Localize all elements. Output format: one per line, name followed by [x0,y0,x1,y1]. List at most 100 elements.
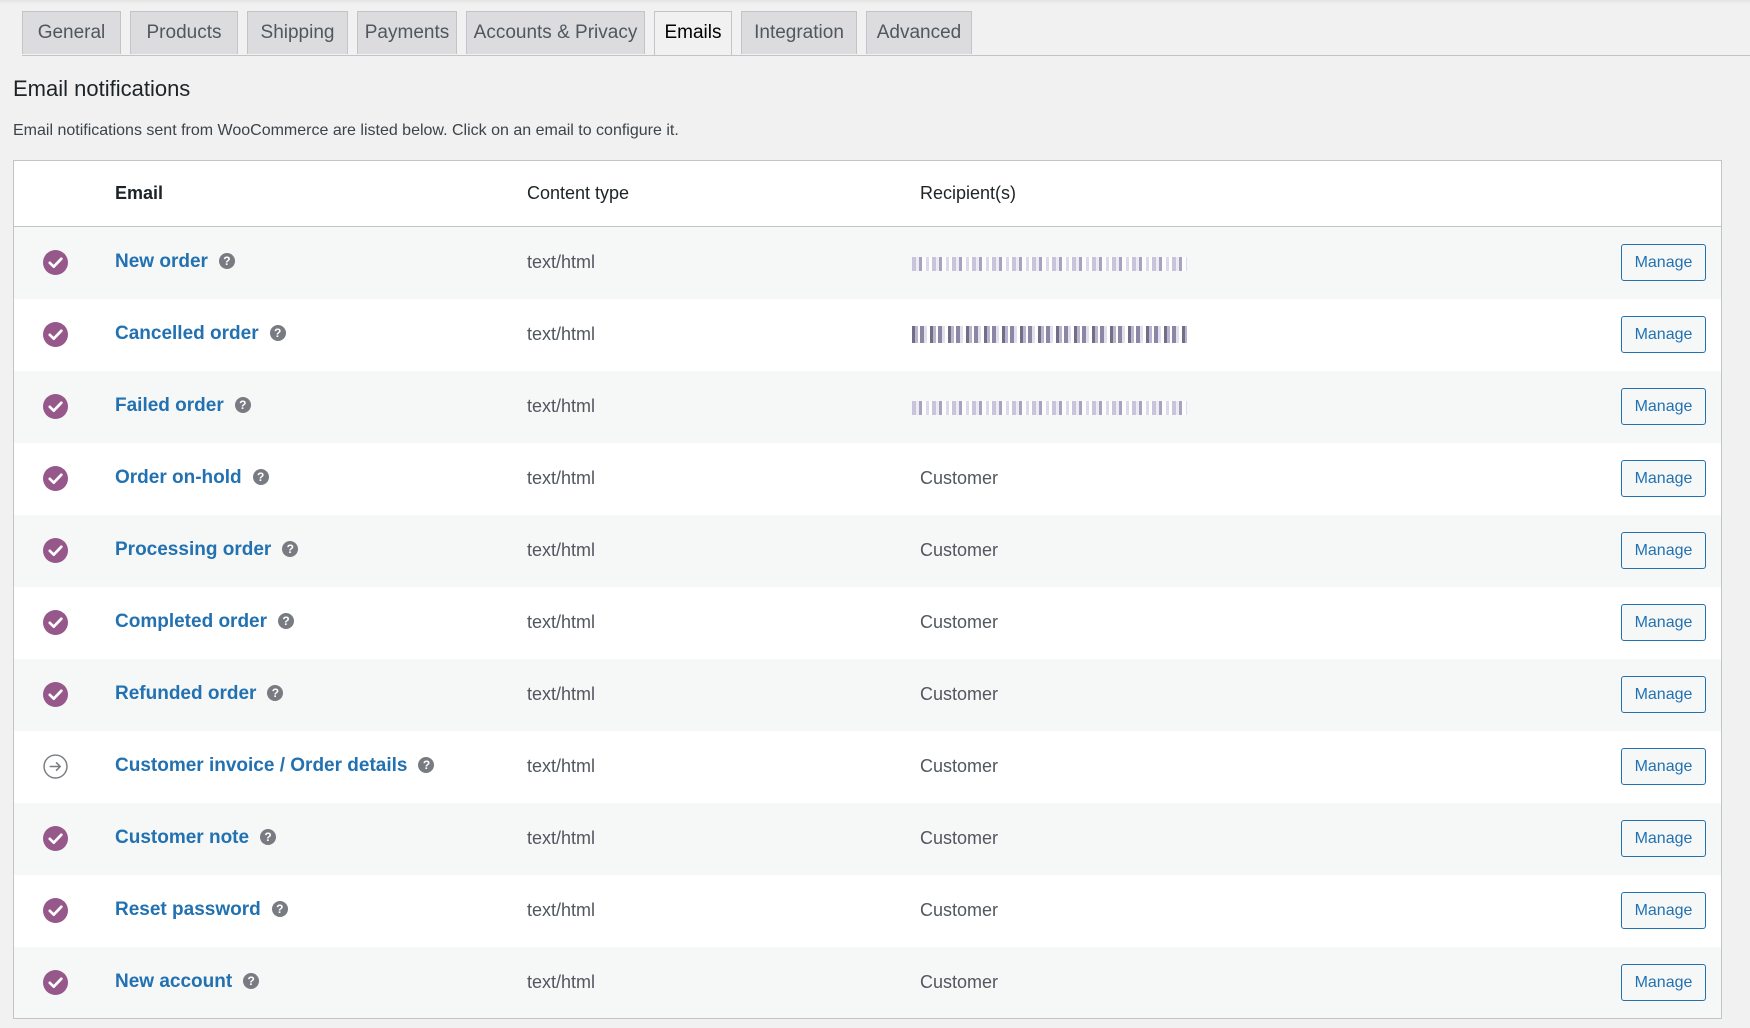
manage-button[interactable]: Manage [1621,244,1706,281]
email-name-link[interactable]: Refunded order? [115,683,284,705]
check-circle-icon [43,682,68,707]
email-name-link[interactable]: Failed order? [115,395,251,417]
page-description: Email notifications sent from WooCommerc… [13,122,679,139]
manage-button[interactable]: Manage [1621,820,1706,857]
tab-payments[interactable]: Payments [357,11,457,54]
manage-button[interactable]: Manage [1621,892,1706,929]
content-type-cell: text/html [527,828,596,848]
check-circle-icon [43,394,68,419]
content-type-cell: text/html [527,900,596,920]
table-row: Cancelled order? text/html Manage [14,299,1721,371]
check-circle-icon [43,466,68,491]
email-name: Refunded order [115,683,257,704]
manage-button[interactable]: Manage [1621,676,1706,713]
email-name: Processing order [115,539,272,560]
tab-shipping[interactable]: Shipping [247,11,348,54]
help-icon[interactable]: ? [271,900,288,917]
help-icon[interactable]: ? [218,252,235,269]
email-name: Cancelled order [115,323,259,344]
email-name: Order on-hold [115,467,242,488]
table-row: Failed order? text/html Manage [14,371,1721,443]
help-icon[interactable]: ? [282,540,299,557]
table-row: New account? text/html Customer Manage [14,947,1721,1018]
manage-button[interactable]: Manage [1621,460,1706,497]
check-circle-icon [43,970,68,995]
manage-button[interactable]: Manage [1621,964,1706,1001]
email-name-link[interactable]: Order on-hold? [115,467,269,489]
manage-button[interactable]: Manage [1621,748,1706,785]
manage-button[interactable]: Manage [1621,316,1706,353]
content-type-cell: text/html [527,252,596,272]
help-icon[interactable]: ? [252,468,269,485]
tab-integration[interactable]: Integration [741,11,857,54]
email-name-link[interactable]: Processing order? [115,539,299,561]
content-type-cell: text/html [527,324,596,344]
table-row: New order? text/html Manage [14,227,1721,299]
help-icon[interactable]: ? [234,396,251,413]
recipient-cell: Customer [920,900,999,920]
column-header-content-type: Content type [527,183,630,203]
email-notifications-table: Email Content type Recipient(s) New orde… [13,160,1722,1019]
content-type-cell: text/html [527,972,596,992]
help-icon[interactable]: ? [267,684,284,701]
content-type-cell: text/html [527,684,596,704]
help-icon[interactable]: ? [260,828,277,845]
email-name: New order [115,251,208,272]
check-circle-icon [43,322,68,347]
arrow-circle-icon [43,754,68,779]
recipient-cell: Customer [920,972,999,992]
email-name: Customer invoice / Order details [115,755,408,776]
recipient-cell: Customer [920,684,999,704]
table-row: Customer invoice / Order details? text/ht… [14,731,1721,803]
email-name-link[interactable]: Reset password? [115,899,288,921]
table-row: Completed order? text/html Customer Manage [14,587,1721,659]
top-shadow [0,0,1750,4]
email-name-link[interactable]: Customer invoice / Order details? [115,755,435,777]
email-name: Completed order [115,611,268,632]
manage-button[interactable]: Manage [1621,388,1706,425]
table-row: Order on-hold? text/html Customer Manage [14,443,1721,515]
content-type-cell: text/html [527,396,596,416]
help-icon[interactable]: ? [269,324,286,341]
email-name-link[interactable]: Customer note? [115,827,277,849]
manage-button[interactable]: Manage [1621,604,1706,641]
tab-products[interactable]: Products [130,11,238,54]
column-header-email: Email [115,183,164,203]
check-circle-icon [43,538,68,563]
table-body: New order? text/html Manage Cancelled order… [14,227,1721,1018]
recipient-cell: Customer [920,828,999,848]
redacted-recipient [912,257,1187,271]
tab-emails[interactable]: Emails [654,11,732,55]
check-circle-icon [43,826,68,851]
email-name-link[interactable]: New account? [115,971,260,993]
tab-advanced[interactable]: Advanced [866,11,972,54]
help-icon[interactable]: ? [418,756,435,773]
table-row: Refunded order? text/html Customer Manage [14,659,1721,731]
recipient-cell: Customer [920,612,999,632]
help-icon[interactable]: ? [243,972,260,989]
redacted-recipient [912,326,1187,343]
email-name-link[interactable]: Completed order? [115,611,295,633]
recipient-cell: Customer [920,756,999,776]
table-row: Processing order? text/html Customer Manage [14,515,1721,587]
manage-button[interactable]: Manage [1621,532,1706,569]
recipient-cell: Customer [920,540,999,560]
content-type-cell: text/html [527,468,596,488]
table-row: Customer note? text/html Customer Manage [14,803,1721,875]
help-icon[interactable]: ? [278,612,295,629]
email-name: Reset password [115,899,261,920]
settings-tabs: General Products Shipping Payments Accou… [22,11,1750,56]
page-title: Email notifications [13,76,191,101]
check-circle-icon [43,898,68,923]
column-header-recipients: Recipient(s) [920,183,1017,203]
check-circle-icon [43,610,68,635]
email-name: New account [115,971,233,992]
content-type-cell: text/html [527,612,596,632]
email-name-link[interactable]: New order? [115,251,235,273]
email-name-link[interactable]: Cancelled order? [115,323,286,345]
content-type-cell: text/html [527,756,596,776]
redacted-recipient [912,401,1187,415]
tab-accounts-privacy[interactable]: Accounts & Privacy [466,11,645,54]
recipient-cell: Customer [920,468,999,488]
tab-general[interactable]: General [22,11,121,54]
